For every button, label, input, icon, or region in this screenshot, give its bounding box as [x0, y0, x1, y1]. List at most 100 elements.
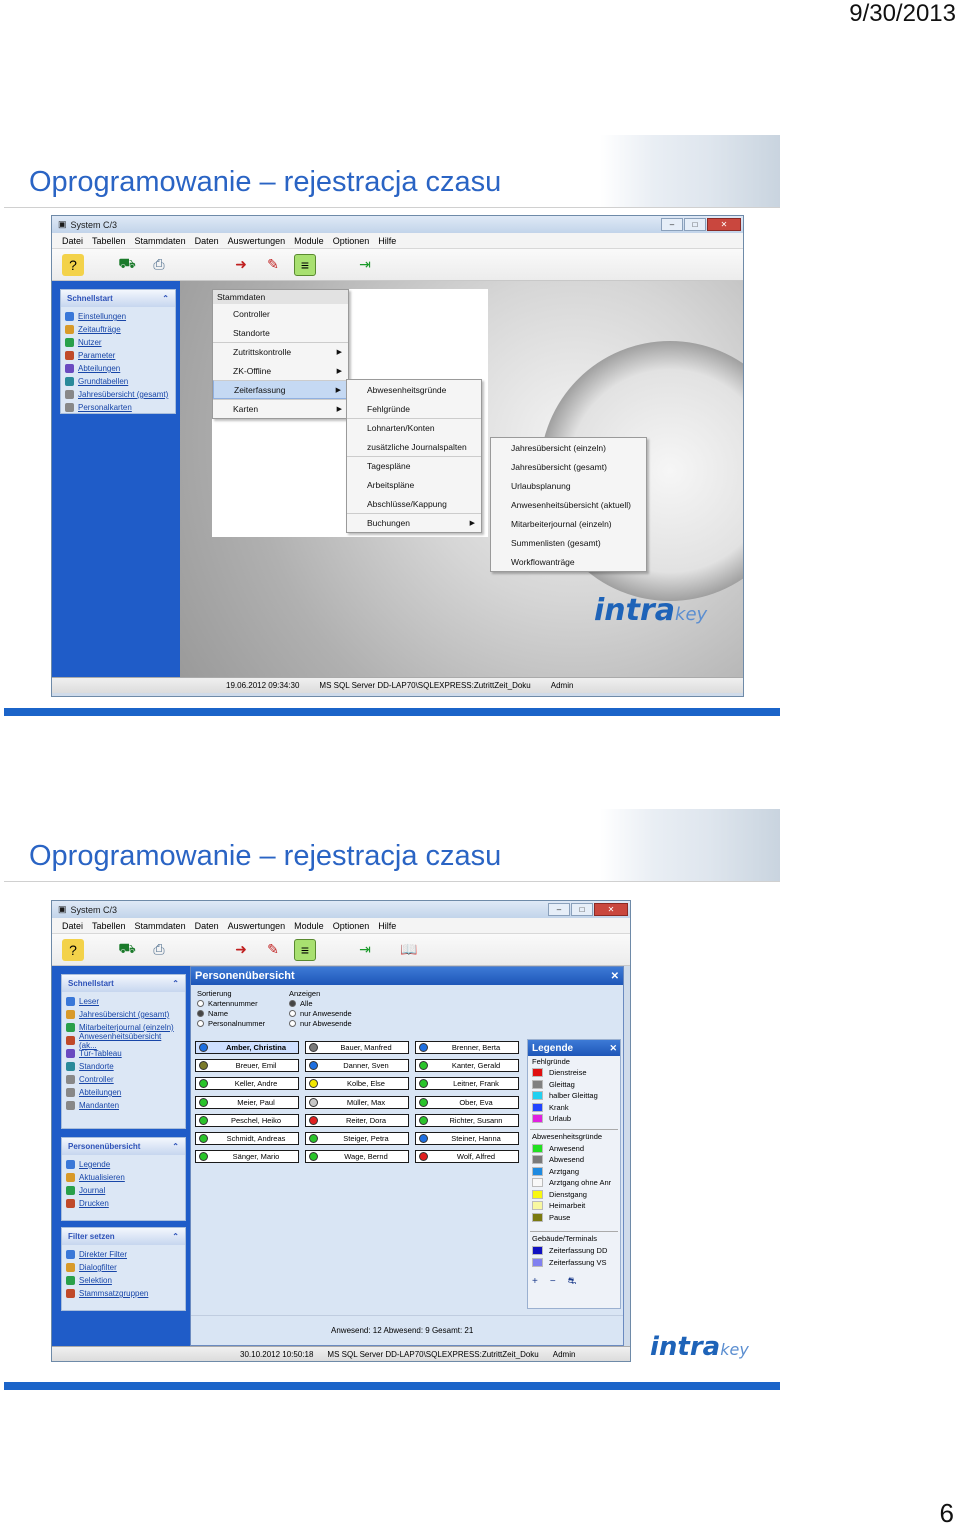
- schnellstart-item[interactable]: Zeitaufträge: [61, 323, 175, 336]
- remove-icon[interactable]: −: [550, 1276, 556, 1289]
- filter-item[interactable]: Direkter Filter: [62, 1248, 185, 1261]
- schnellstart-item[interactable]: Parameter: [61, 349, 175, 362]
- menu-tabellen[interactable]: Tabellen: [92, 921, 126, 931]
- schnellstart-item[interactable]: Jahresübersicht (gesamt): [61, 388, 175, 401]
- radio-circle-icon[interactable]: [197, 1009, 204, 1017]
- minimize-button-2[interactable]: –: [548, 903, 570, 916]
- arrow-icon[interactable]: ➜: [230, 254, 252, 276]
- radio-circle-icon[interactable]: [289, 1019, 296, 1027]
- radio-option[interactable]: Personalnummer: [197, 1018, 285, 1028]
- employee-card[interactable]: Breuer, Emil: [195, 1059, 299, 1073]
- tractor-icon[interactable]: ⛟: [116, 939, 138, 961]
- menu-item-bu1[interactable]: Jahresübersicht (einzeln): [491, 438, 646, 457]
- menu-item-ze1[interactable]: zusätzliche Journalspalten: [347, 437, 481, 456]
- radio-circle-icon[interactable]: [289, 1009, 296, 1017]
- filter-item[interactable]: Dialogfilter: [62, 1261, 185, 1274]
- schnellstart-item[interactable]: Anwesenheitsübersicht (ak...: [62, 1032, 185, 1050]
- menu-item-bu1[interactable]: Jahresübersicht (gesamt): [491, 457, 646, 476]
- menu-daten[interactable]: Daten: [195, 921, 219, 931]
- close-button-2[interactable]: ✕: [594, 903, 628, 916]
- car-icon[interactable]: ⛐: [568, 1276, 577, 1289]
- book-icon[interactable]: 📖: [398, 939, 420, 961]
- employee-card[interactable]: Brenner, Berta: [415, 1041, 519, 1054]
- schnellstart-item[interactable]: Abteilungen: [61, 362, 175, 375]
- menu-auswertungen[interactable]: Auswertungen: [228, 236, 286, 246]
- menu-item-bu1[interactable]: Mitarbeiterjournal (einzeln): [491, 514, 646, 533]
- scanner-icon[interactable]: ⎙: [148, 939, 170, 961]
- employee-card[interactable]: Wage, Bernd: [305, 1150, 409, 1164]
- radio-option[interactable]: nur Abwesende: [289, 1018, 379, 1028]
- collapse-icon[interactable]: ⌃: [162, 294, 169, 303]
- menu-optionen[interactable]: Optionen: [333, 921, 370, 931]
- minimize-button[interactable]: –: [661, 218, 683, 231]
- filter-item[interactable]: Selektion: [62, 1274, 185, 1287]
- employee-card[interactable]: Leitner, Frank: [415, 1077, 519, 1091]
- schnellstart-item[interactable]: Leser: [62, 995, 185, 1008]
- employee-card[interactable]: Wolf, Alfred: [415, 1150, 519, 1164]
- filter-header[interactable]: Filter setzen ⌃: [62, 1228, 185, 1245]
- list-icon[interactable]: ≡: [294, 938, 316, 961]
- employee-card[interactable]: Kolbe, Else: [305, 1077, 409, 1091]
- personenuebersicht-header[interactable]: Personenübersicht ⌃: [62, 1138, 185, 1155]
- overview-close-icon[interactable]: ✕: [611, 971, 623, 982]
- menu-module[interactable]: Module: [294, 236, 324, 246]
- schnellstart-item[interactable]: Abteilungen: [62, 1086, 185, 1099]
- menu-daten[interactable]: Daten: [195, 236, 219, 246]
- radio-circle-icon[interactable]: [197, 1019, 204, 1027]
- schnellstart-header-2[interactable]: Schnellstart ⌃: [62, 975, 185, 992]
- menu-datei[interactable]: Datei: [62, 921, 83, 931]
- exit-icon[interactable]: ⇥: [354, 254, 376, 276]
- radio-option[interactable]: nur Anwesende: [289, 1008, 379, 1018]
- employee-card[interactable]: Meier, Paul: [195, 1095, 299, 1109]
- legend-close-icon[interactable]: ✕: [609, 1043, 620, 1054]
- radio-option[interactable]: Name: [197, 1008, 285, 1018]
- arrow-icon[interactable]: ➜: [230, 939, 252, 961]
- radio-circle-icon[interactable]: [289, 999, 296, 1007]
- menu-item-ze1[interactable]: Arbeitspläne: [347, 475, 481, 494]
- schnellstart-item[interactable]: Personalkarten: [61, 401, 175, 414]
- employee-card[interactable]: Steiner, Hanna: [415, 1132, 519, 1145]
- menu-item-ze1[interactable]: Abschlüsse/Kappung: [347, 494, 481, 513]
- menu-item-ze1[interactable]: Lohnarten/Konten: [347, 418, 481, 437]
- employee-card[interactable]: Müller, Max: [305, 1095, 409, 1109]
- menu-auswertungen[interactable]: Auswertungen: [228, 921, 286, 931]
- personenuebersicht-item[interactable]: Drucken: [62, 1197, 185, 1210]
- employee-card[interactable]: Steiger, Petra: [305, 1132, 409, 1145]
- employee-card[interactable]: Richter, Susann: [415, 1113, 519, 1127]
- scanner-icon[interactable]: ⎙: [148, 254, 170, 276]
- menu-item-bu1[interactable]: Summenlisten (gesamt): [491, 533, 646, 552]
- radio-circle-icon[interactable]: [197, 999, 204, 1007]
- schnellstart-item[interactable]: Nutzer: [61, 336, 175, 349]
- stamp-icon[interactable]: ✎: [262, 254, 284, 276]
- maximize-button-2[interactable]: □: [571, 903, 593, 916]
- menu-optionen[interactable]: Optionen: [333, 236, 370, 246]
- list-icon[interactable]: ≡: [294, 253, 316, 276]
- help-icon[interactable]: ?: [62, 938, 84, 961]
- menu-module[interactable]: Module: [294, 921, 324, 931]
- filter-item[interactable]: Stammsatzgruppen: [62, 1287, 185, 1300]
- personenuebersicht-item[interactable]: Journal: [62, 1184, 185, 1197]
- employee-card[interactable]: Sänger, Mario: [195, 1150, 299, 1164]
- radio-option[interactable]: Kartennummer: [197, 998, 285, 1008]
- menu-item-ze1[interactable]: Buchungen ▶: [347, 513, 481, 532]
- add-icon[interactable]: +: [532, 1276, 538, 1289]
- employee-card[interactable]: Danner, Sven: [305, 1059, 409, 1073]
- collapse-icon[interactable]: ⌃: [172, 1142, 179, 1151]
- menu-stammdaten[interactable]: Stammdaten: [135, 921, 186, 931]
- menu-item-sd1[interactable]: Zutrittskontrolle ▶: [213, 342, 348, 361]
- menu-hilfe[interactable]: Hilfe: [378, 236, 396, 246]
- menu-item-sd1[interactable]: ZK-Offline ▶: [213, 361, 348, 380]
- employee-card[interactable]: Schmidt, Andreas: [195, 1132, 299, 1145]
- tractor-icon[interactable]: ⛟: [116, 254, 138, 276]
- menu-item-sd1[interactable]: Karten ▶: [213, 399, 348, 418]
- employee-card[interactable]: Keller, Andre: [195, 1077, 299, 1091]
- menu-stammdaten[interactable]: Stammdaten: [135, 236, 186, 246]
- employee-card[interactable]: Reiter, Dora: [305, 1113, 409, 1127]
- employee-card[interactable]: Peschel, Heiko: [195, 1113, 299, 1127]
- menu-tabellen[interactable]: Tabellen: [92, 236, 126, 246]
- employee-card[interactable]: Amber, Christina: [195, 1041, 299, 1054]
- menu-item-sd1[interactable]: Zeiterfassung ▶: [213, 380, 348, 399]
- menu-item-sd1[interactable]: Controller: [213, 304, 348, 323]
- employee-card[interactable]: Kanter, Gerald: [415, 1059, 519, 1073]
- menu-item-bu1[interactable]: Urlaubsplanung: [491, 476, 646, 495]
